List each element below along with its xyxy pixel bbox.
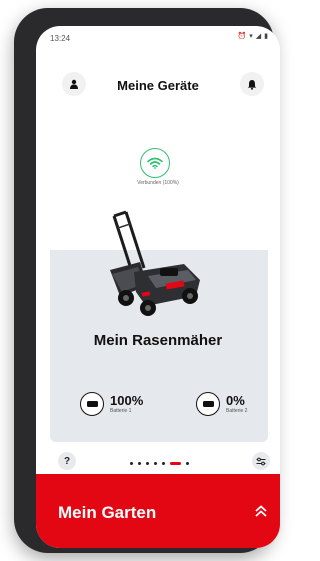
signal-icon: ◢ xyxy=(255,33,262,40)
page-dot[interactable] xyxy=(146,462,149,465)
page-indicator[interactable] xyxy=(130,462,189,465)
sliders-icon xyxy=(256,457,266,465)
status-time: 13:24 xyxy=(50,34,71,43)
device-pager: ? xyxy=(36,446,280,476)
device-name: Mein Rasenmäher xyxy=(93,332,223,349)
settings-button[interactable] xyxy=(252,452,270,470)
status-icons: ⏰ ▾ ◢ ▮ xyxy=(238,32,268,40)
battery-1-percent: 100% xyxy=(110,393,144,408)
double-chevron-up-icon[interactable] xyxy=(254,504,268,518)
bell-icon xyxy=(247,79,257,90)
battery-2-percent: 0% xyxy=(226,393,245,408)
battery-1-label: Batterie 1 xyxy=(110,408,132,414)
page-dot-active[interactable] xyxy=(170,462,181,465)
battery-2-label: Batterie 2 xyxy=(226,408,248,414)
battery-1-status: 100% Batterie 1 xyxy=(80,392,143,416)
status-bar: 13:24 ⏰ ▾ ◢ ▮ xyxy=(36,26,280,48)
alarm-icon: ⏰ xyxy=(237,33,247,40)
wifi-icon: ▾ xyxy=(249,33,253,40)
connection-indicator xyxy=(140,148,170,178)
connection-status: Verbunden (100%) xyxy=(137,180,179,186)
battery-icon: ▮ xyxy=(264,33,268,40)
app-screen: 13:24 ⏰ ▾ ◢ ▮ Meine Geräte Verbunden (10… xyxy=(36,26,280,548)
garden-panel[interactable]: Mein Garten xyxy=(36,474,280,548)
app-header: Meine Geräte xyxy=(36,66,280,106)
notifications-button[interactable] xyxy=(240,72,264,96)
garden-title: Mein Garten xyxy=(58,503,157,522)
page-dot[interactable] xyxy=(130,462,133,465)
help-button[interactable]: ? xyxy=(58,452,76,470)
page-dot[interactable] xyxy=(162,462,165,465)
battery-2-status: 0% Batterie 2 xyxy=(196,392,247,416)
battery-icon xyxy=(196,392,220,416)
page-dot[interactable] xyxy=(138,462,141,465)
page-dot[interactable] xyxy=(186,462,189,465)
wifi-icon xyxy=(147,157,163,169)
phone-frame: 13:24 ⏰ ▾ ◢ ▮ Meine Geräte Verbunden (10… xyxy=(14,8,280,553)
battery-icon xyxy=(80,392,104,416)
lawnmower-image xyxy=(110,210,200,316)
page-dot[interactable] xyxy=(154,462,157,465)
